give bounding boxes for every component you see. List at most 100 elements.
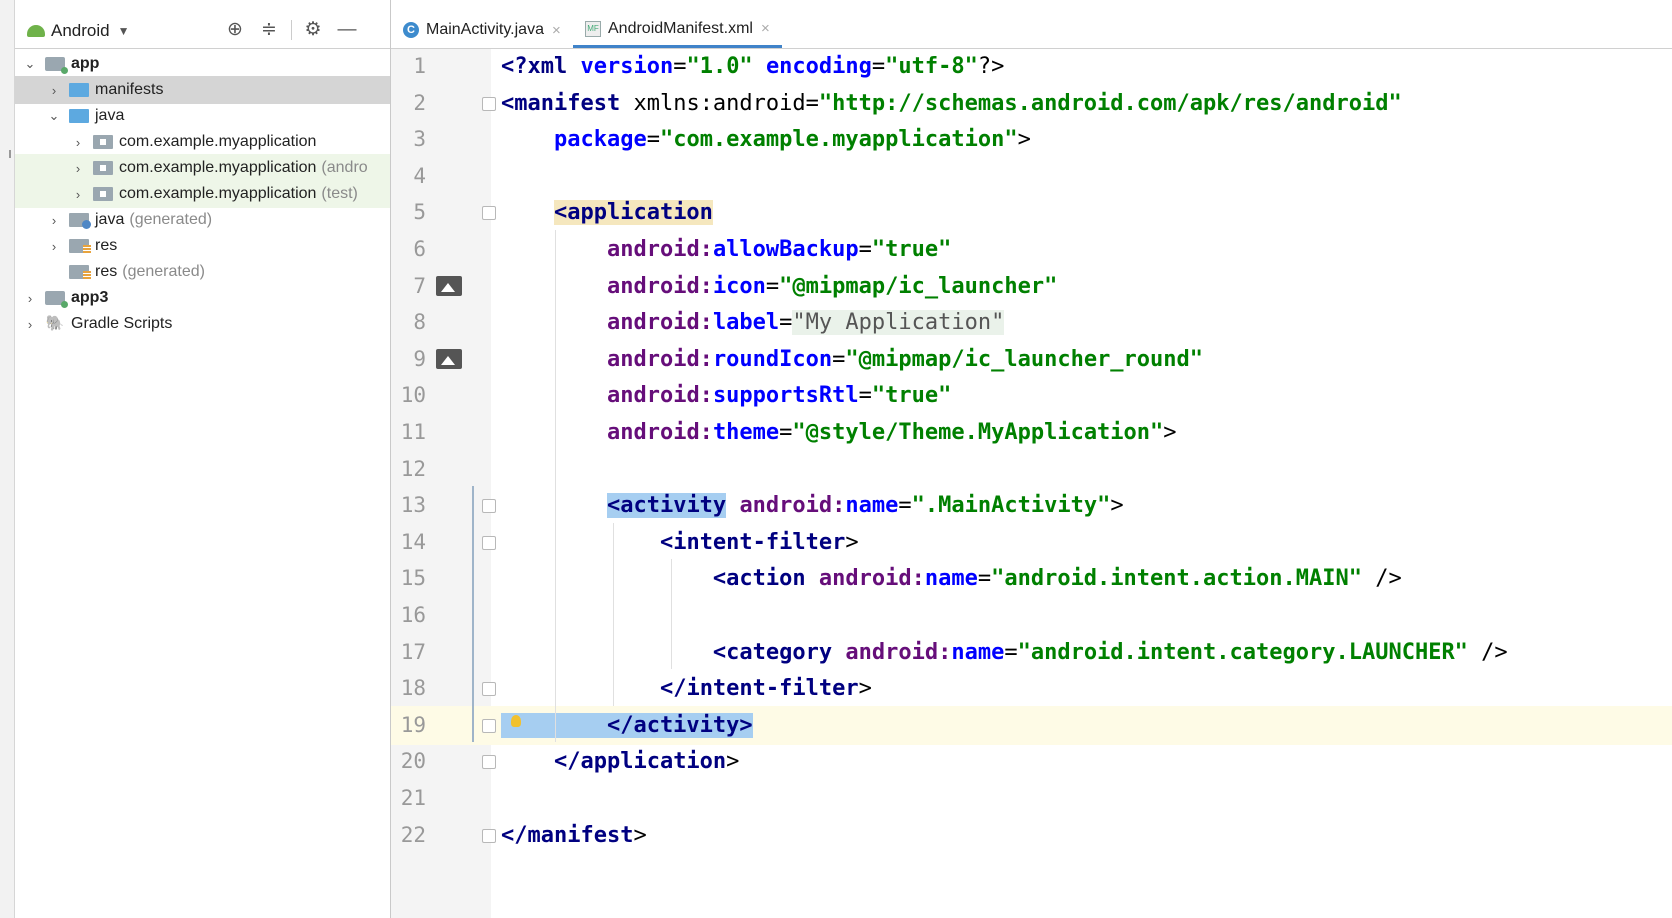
tree-item[interactable]: › 🐘 Gradle Scripts [15,310,390,338]
tab-androidmanifest[interactable]: MF AndroidManifest.xml × [573,12,782,48]
chevron-right-icon[interactable]: › [71,187,85,202]
code-line[interactable]: android:roundIcon="@mipmap/ic_launcher_r… [501,340,1203,379]
code-line[interactable]: <application [501,193,713,232]
fold-marker-icon[interactable] [482,96,496,111]
view-selector-label: Android [51,21,110,40]
tree-item-label: app [71,55,100,72]
line-number: 19 [400,712,426,737]
code-line[interactable]: <?xml version="1.0" encoding="utf-8"?> [501,47,1004,86]
code-line[interactable]: <category android:name="android.intent.c… [501,633,1508,672]
tree-item[interactable]: › app3 [15,284,390,312]
code-line[interactable]: android:theme="@style/Theme.MyApplicatio… [501,413,1177,452]
lightbulb-icon[interactable] [511,714,521,727]
tree-item[interactable]: ⌄ app [15,50,390,78]
tree-item[interactable]: › manifests [15,76,390,104]
tree-item[interactable]: › com.example.myapplication (test) [15,180,390,208]
code-line[interactable]: android:label="My Application" [501,303,1005,342]
chevron-down-icon[interactable]: ⌄ [23,56,37,72]
code-line[interactable]: </activity> [501,706,753,745]
tree-item[interactable]: › java (generated) [15,206,390,234]
fold-marker-icon[interactable] [482,755,496,770]
tree-item-label: app3 [71,289,109,306]
fold-marker-icon[interactable] [482,206,496,221]
code-editor[interactable] [491,49,1672,918]
code-line[interactable]: </intent-filter> [501,669,872,708]
code-line[interactable]: android:icon="@mipmap/ic_launcher" [501,267,1057,306]
line-number: 22 [400,822,426,847]
tree-item[interactable]: res (generated) [15,258,390,286]
package-folder-icon [93,187,113,201]
close-icon[interactable]: × [552,22,561,39]
tree-item-suffix: (test) [321,185,358,202]
tree-item-label: com.example.myapplication [119,185,317,202]
line-number: 11 [400,420,426,444]
gear-icon[interactable]: ⚙ [301,18,325,42]
toolbar-separator [291,20,292,40]
hide-panel-icon[interactable]: — [335,18,359,42]
chevron-right-icon[interactable]: › [23,291,37,306]
code-line[interactable]: </application> [501,742,739,781]
tab-label: MainActivity.java [426,21,544,38]
code-line[interactable]: package="com.example.myapplication"> [501,120,1031,159]
chevron-right-icon[interactable]: › [71,135,85,150]
line-number: 20 [400,749,426,774]
line-number: 21 [400,786,426,810]
chevron-right-icon[interactable]: › [23,317,37,332]
res-folder-icon [69,265,91,280]
chevron-right-icon[interactable]: › [47,83,61,98]
tree-item-label: java [95,107,125,124]
res-folder-icon [69,239,91,254]
line-number: 17 [400,639,426,664]
indent-guide [555,230,556,743]
fold-marker-icon[interactable] [482,682,496,697]
tree-item[interactable]: › com.example.myapplication (andro [15,154,390,182]
tree-item-label: Gradle Scripts [71,315,173,332]
fold-marker-icon[interactable] [482,535,496,550]
module-folder-icon [45,57,68,74]
manifests-folder-icon [69,83,89,97]
line-number: 8 [413,310,426,335]
manifest-file-icon: MF [585,20,601,37]
project-panel-header: Android ▼ ⊕ ≑ ⚙ — [15,12,390,49]
chevron-right-icon[interactable]: › [47,239,61,254]
code-line[interactable]: <action android:name="android.intent.act… [501,559,1402,598]
tree-item[interactable]: › res [15,232,390,260]
image-preview-icon[interactable] [436,275,462,296]
fold-marker-icon[interactable] [482,828,496,843]
tab-mainactivity[interactable]: C MainActivity.java × [391,12,573,48]
fold-marker-icon[interactable] [482,718,496,733]
tree-item-label: manifests [95,81,164,98]
tab-label: AndroidManifest.xml [608,19,753,37]
tree-item-label: com.example.myapplication [119,133,317,150]
code-line[interactable]: <manifest xmlns:android="http://schemas.… [501,84,1402,123]
line-number: 4 [413,163,426,188]
chevron-down-icon[interactable]: ⌄ [47,108,61,124]
line-number: 2 [413,90,426,115]
left-tool-strip [0,0,15,918]
line-number: 1 [413,54,426,78]
code-line[interactable]: </manifest> [501,816,647,855]
tree-item[interactable]: › com.example.myapplication [15,128,390,156]
tree-item-label: res [95,263,118,280]
code-line[interactable]: android:supportsRtl="true" [501,376,951,415]
image-preview-icon[interactable] [436,348,462,369]
locate-icon[interactable]: ⊕ [223,18,247,42]
line-number: 6 [413,237,426,261]
chevron-right-icon[interactable]: › [47,213,61,228]
line-number: 18 [400,676,426,701]
line-number: 16 [400,603,426,627]
strip-marker [9,150,11,158]
collapse-all-icon[interactable]: ≑ [257,18,281,42]
code-line[interactable]: <activity android:name=".MainActivity"> [501,486,1124,525]
chevron-right-icon[interactable]: › [71,161,85,176]
tree-item-suffix: (andro [321,159,368,176]
close-icon[interactable]: × [761,20,770,37]
tree-item[interactable]: ⌄ java [15,102,390,130]
project-view-selector[interactable]: Android ▼ [27,20,130,42]
code-line[interactable]: android:allowBackup="true" [501,230,951,269]
line-number: 15 [400,566,426,591]
tree-item-suffix: (generated) [129,211,213,228]
package-folder-icon [93,135,113,149]
fold-marker-icon[interactable] [482,499,496,514]
line-number: 12 [400,456,426,481]
